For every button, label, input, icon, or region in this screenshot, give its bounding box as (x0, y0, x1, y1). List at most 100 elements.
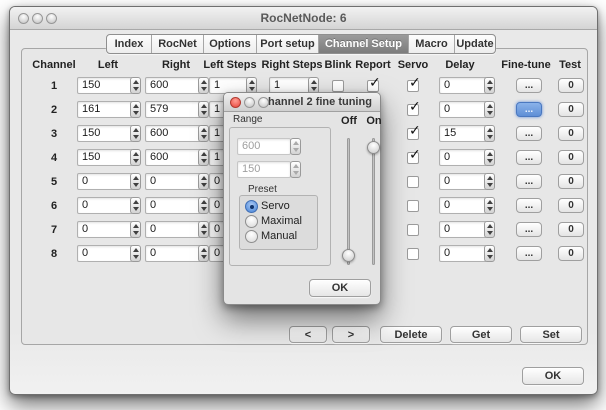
test-button[interactable]: 0 (558, 150, 584, 165)
delay-stepper[interactable] (484, 77, 495, 94)
servo-checkbox[interactable]: ✓ (407, 80, 419, 92)
stepper-up-icon[interactable] (133, 248, 139, 252)
left-stepper[interactable] (130, 77, 141, 94)
stepper-up-icon[interactable] (487, 152, 493, 156)
stepper-down-icon[interactable] (487, 207, 493, 211)
stepper-down-icon[interactable] (201, 231, 207, 235)
right-stepper[interactable] (198, 125, 209, 142)
stepper-up-icon[interactable] (293, 164, 299, 168)
stepper-up-icon[interactable] (201, 224, 207, 228)
right-stepper[interactable] (198, 197, 209, 214)
stepper-up-icon[interactable] (201, 176, 207, 180)
stepper-down-icon[interactable] (487, 255, 493, 259)
stepper-up-icon[interactable] (487, 80, 493, 84)
left-field[interactable]: 0 (77, 197, 133, 214)
stepper-up-icon[interactable] (133, 128, 139, 132)
report-checkbox[interactable]: ✓ (367, 80, 379, 92)
range-high-field[interactable]: 600 (237, 138, 291, 155)
test-button[interactable]: 0 (558, 198, 584, 213)
tab-port-setup[interactable]: Port setup (257, 35, 319, 53)
test-button[interactable]: 0 (558, 246, 584, 261)
next-channel-button[interactable]: > (332, 326, 370, 343)
delay-stepper[interactable] (484, 173, 495, 190)
delay-field[interactable]: 15 (439, 125, 487, 142)
left-field[interactable]: 0 (77, 221, 133, 238)
stepper-up-icon[interactable] (487, 176, 493, 180)
test-button[interactable]: 0 (558, 174, 584, 189)
prev-channel-button[interactable]: < (289, 326, 327, 343)
right-field[interactable]: 579 (145, 101, 201, 118)
dialog-zoom-icon[interactable] (258, 97, 269, 108)
stepper-up-icon[interactable] (133, 176, 139, 180)
stepper-down-icon[interactable] (249, 87, 255, 91)
test-button[interactable]: 0 (558, 78, 584, 93)
servo-checkbox[interactable]: ✓ (407, 152, 419, 164)
right-field[interactable]: 0 (145, 197, 201, 214)
off-slider-thumb[interactable] (342, 249, 355, 262)
stepper-up-icon[interactable] (487, 248, 493, 252)
stepper-up-icon[interactable] (249, 80, 255, 84)
stepper-down-icon[interactable] (487, 135, 493, 139)
stepper-down-icon[interactable] (133, 87, 139, 91)
left-field[interactable]: 150 (77, 125, 133, 142)
delay-stepper[interactable] (484, 101, 495, 118)
servo-checkbox[interactable] (407, 248, 419, 260)
test-button[interactable]: 0 (558, 126, 584, 141)
preset-radio-manual[interactable] (245, 230, 258, 243)
right-stepper[interactable] (198, 101, 209, 118)
stepper-down-icon[interactable] (201, 255, 207, 259)
right-field[interactable]: 0 (145, 173, 201, 190)
stepper-down-icon[interactable] (201, 111, 207, 115)
tab-channel-setup[interactable]: Channel Setup (319, 35, 409, 53)
stepper-up-icon[interactable] (201, 200, 207, 204)
stepper-down-icon[interactable] (201, 159, 207, 163)
right-stepper[interactable] (198, 77, 209, 94)
stepper-up-icon[interactable] (293, 141, 299, 145)
stepper-down-icon[interactable] (487, 159, 493, 163)
stepper-down-icon[interactable] (487, 87, 493, 91)
right-field[interactable]: 600 (145, 77, 201, 94)
delay-field[interactable]: 0 (439, 101, 487, 118)
stepper-down-icon[interactable] (133, 255, 139, 259)
left-field[interactable]: 0 (77, 245, 133, 262)
delay-stepper[interactable] (484, 125, 495, 142)
tab-macro[interactable]: Macro (409, 35, 455, 53)
fine-tune-button[interactable]: ... (516, 174, 542, 189)
stepper-up-icon[interactable] (201, 80, 207, 84)
main-titlebar[interactable]: RocNetNode: 6 (10, 7, 597, 30)
left-stepper[interactable] (130, 149, 141, 166)
dialog-titlebar[interactable]: Channel 2 fine tuning (224, 93, 380, 112)
servo-checkbox[interactable] (407, 224, 419, 236)
delay-stepper[interactable] (484, 221, 495, 238)
fine-tune-button[interactable]: ... (516, 78, 542, 93)
left-stepper[interactable] (130, 125, 141, 142)
delay-field[interactable]: 0 (439, 221, 487, 238)
left-stepper[interactable] (130, 101, 141, 118)
fine-tune-button[interactable]: ... (516, 102, 542, 117)
test-button[interactable]: 0 (558, 102, 584, 117)
stepper-up-icon[interactable] (201, 104, 207, 108)
left-field[interactable]: 150 (77, 149, 133, 166)
stepper-down-icon[interactable] (133, 183, 139, 187)
stepper-up-icon[interactable] (133, 80, 139, 84)
left-field[interactable]: 161 (77, 101, 133, 118)
tab-rocnet[interactable]: RocNet (152, 35, 204, 53)
stepper-down-icon[interactable] (293, 148, 299, 152)
right-stepper[interactable] (198, 245, 209, 262)
left-stepper[interactable] (130, 173, 141, 190)
left-field[interactable]: 150 (77, 77, 133, 94)
minimize-icon[interactable] (32, 13, 43, 24)
stepper-down-icon[interactable] (201, 87, 207, 91)
stepper-down-icon[interactable] (487, 231, 493, 235)
fine-tune-button[interactable]: ... (516, 150, 542, 165)
stepper-up-icon[interactable] (487, 128, 493, 132)
left-stepper[interactable] (130, 245, 141, 262)
left-stepper[interactable] (130, 221, 141, 238)
stepper-down-icon[interactable] (133, 231, 139, 235)
delete-button[interactable]: Delete (380, 326, 442, 343)
set-button[interactable]: Set (520, 326, 582, 343)
right-field[interactable]: 600 (145, 125, 201, 142)
on-slider-thumb[interactable] (367, 141, 380, 154)
blink-checkbox[interactable] (332, 80, 344, 92)
stepper-down-icon[interactable] (133, 159, 139, 163)
